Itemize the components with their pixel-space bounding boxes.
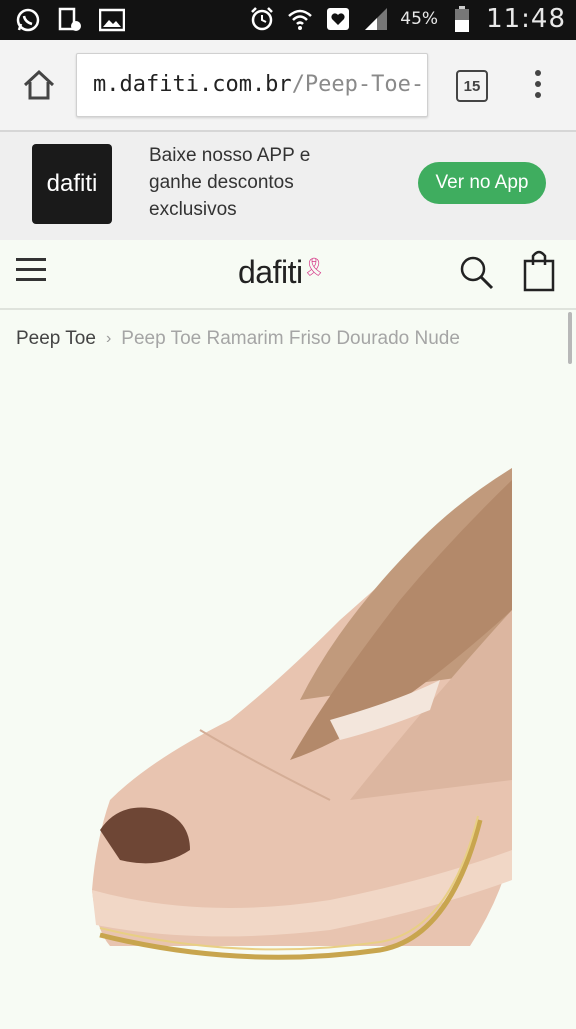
site-logo[interactable]: dafiti🎗 <box>238 254 325 291</box>
url-path: /Peep-Toe- <box>291 72 425 97</box>
status-bar: 45% 11:48 <box>0 0 576 40</box>
browser-toolbar: m.dafiti.com.br/Peep-Toe- 15 <box>0 40 576 132</box>
battery-percent: 45% <box>400 9 439 29</box>
clock: 11:48 <box>486 4 566 34</box>
app-banner-line1: Baixe nosso APP e <box>149 145 311 166</box>
shopping-bag-icon[interactable] <box>522 248 556 292</box>
url-bar[interactable]: m.dafiti.com.br/Peep-Toe- <box>76 53 428 117</box>
app-logo: dafiti <box>32 144 112 224</box>
whatsapp-icon <box>14 6 42 34</box>
breadcrumb-parent-link[interactable]: Peep Toe <box>16 328 96 350</box>
nude-peep-toe-shoe-image <box>92 468 512 960</box>
gallery-icon <box>98 6 126 34</box>
hamburger-menu-icon[interactable] <box>16 258 46 284</box>
url-domain: m.dafiti.com.br <box>93 72 292 97</box>
tab-switcher-button[interactable]: 15 <box>456 70 488 102</box>
pink-ribbon-icon: 🎗 <box>302 257 326 277</box>
alarm-icon <box>248 5 276 33</box>
wifi-icon <box>286 5 314 33</box>
app-banner-text: Baixe nosso APP e ganhe descontos exclus… <box>149 142 369 223</box>
app-banner-line2: ganhe descontos <box>149 172 294 193</box>
heart-app-icon <box>324 5 352 33</box>
breadcrumb: Peep Toe › Peep Toe Ramarim Friso Dourad… <box>16 328 460 350</box>
signal-icon <box>362 5 390 33</box>
home-icon[interactable] <box>20 66 58 104</box>
breadcrumb-current: Peep Toe Ramarim Friso Dourado Nude <box>121 328 460 349</box>
app-banner-line3: exclusivos <box>149 199 237 220</box>
notification-icon <box>56 6 84 34</box>
app-install-banner: dafiti Baixe nosso APP e ganhe descontos… <box>0 132 576 240</box>
open-in-app-button[interactable]: Ver no App <box>418 162 546 204</box>
product-image[interactable] <box>0 380 576 1024</box>
site-header: dafiti🎗 <box>0 240 576 310</box>
scrollbar[interactable] <box>568 312 572 364</box>
battery-icon <box>448 5 476 33</box>
site-logo-text: dafiti <box>238 254 303 290</box>
search-icon[interactable] <box>458 254 496 292</box>
overflow-menu-icon[interactable] <box>528 70 548 104</box>
breadcrumb-separator: › <box>105 330 112 347</box>
